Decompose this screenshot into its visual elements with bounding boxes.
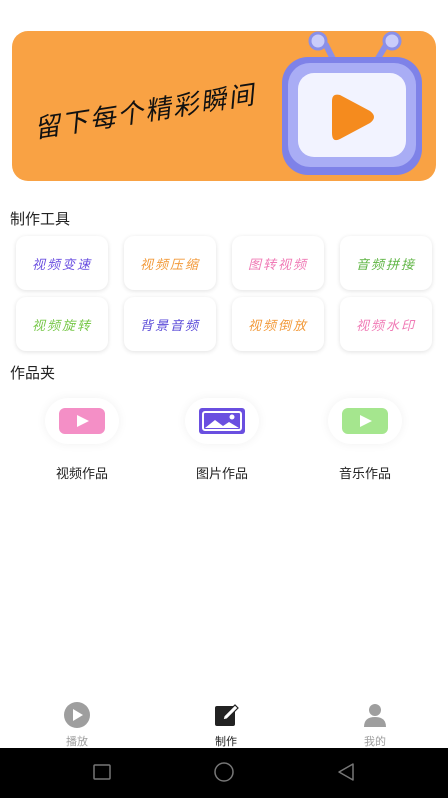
circle-icon[interactable]	[212, 762, 236, 782]
banner-slogan: 留下每个精彩瞬间	[32, 80, 258, 145]
work-folder-image[interactable]: 图片作品	[167, 398, 277, 482]
work-label-music: 音乐作品	[338, 467, 391, 482]
nav-label-make: 制作	[215, 735, 237, 748]
app-page: 留下每个精彩瞬间 制作工具 视频变速 视频压缩 图转视频 音频拼接 视频旋转 背景音频 视频…	[0, 0, 448, 798]
works-section-title: 作品夹	[10, 364, 56, 382]
play-icon	[64, 702, 90, 728]
nav-item-make[interactable]: 制作	[196, 702, 256, 749]
tool-button-2[interactable]: 图转视频	[232, 236, 324, 290]
nav-label-play: 播放	[66, 735, 88, 748]
system-nav-bar	[0, 748, 448, 798]
bottom-nav: 播放 制作 我的	[0, 700, 448, 748]
video-icon	[59, 408, 105, 434]
tools-section-title: 制作工具	[10, 210, 71, 228]
tv-play-icon	[282, 31, 422, 175]
nav-item-play[interactable]: 播放	[47, 702, 107, 749]
square-icon[interactable]	[92, 762, 112, 782]
tool-button-6[interactable]: 视频倒放	[232, 297, 324, 351]
work-label-image: 图片作品	[195, 467, 248, 482]
nav-item-mine[interactable]: 我的	[345, 702, 405, 749]
tool-button-0[interactable]: 视频变速	[16, 236, 108, 290]
back-triangle-icon[interactable]	[335, 762, 357, 782]
edit-icon	[215, 704, 239, 726]
tool-button-3[interactable]: 音频拼接	[340, 236, 432, 290]
work-folder-video[interactable]: 视频作品	[27, 398, 137, 482]
image-icon	[199, 408, 245, 434]
tool-button-5[interactable]: 背景音频	[124, 297, 216, 351]
music-video-icon	[342, 408, 388, 434]
tool-button-1[interactable]: 视频压缩	[124, 236, 216, 290]
user-icon	[364, 704, 386, 727]
promo-banner[interactable]: 留下每个精彩瞬间	[12, 31, 436, 181]
tool-button-7[interactable]: 视频水印	[340, 297, 432, 351]
work-label-video: 视频作品	[55, 467, 108, 482]
work-folder-music[interactable]: 音乐作品	[310, 398, 420, 482]
tool-button-4[interactable]: 视频旋转	[16, 297, 108, 351]
nav-label-mine: 我的	[364, 735, 386, 748]
